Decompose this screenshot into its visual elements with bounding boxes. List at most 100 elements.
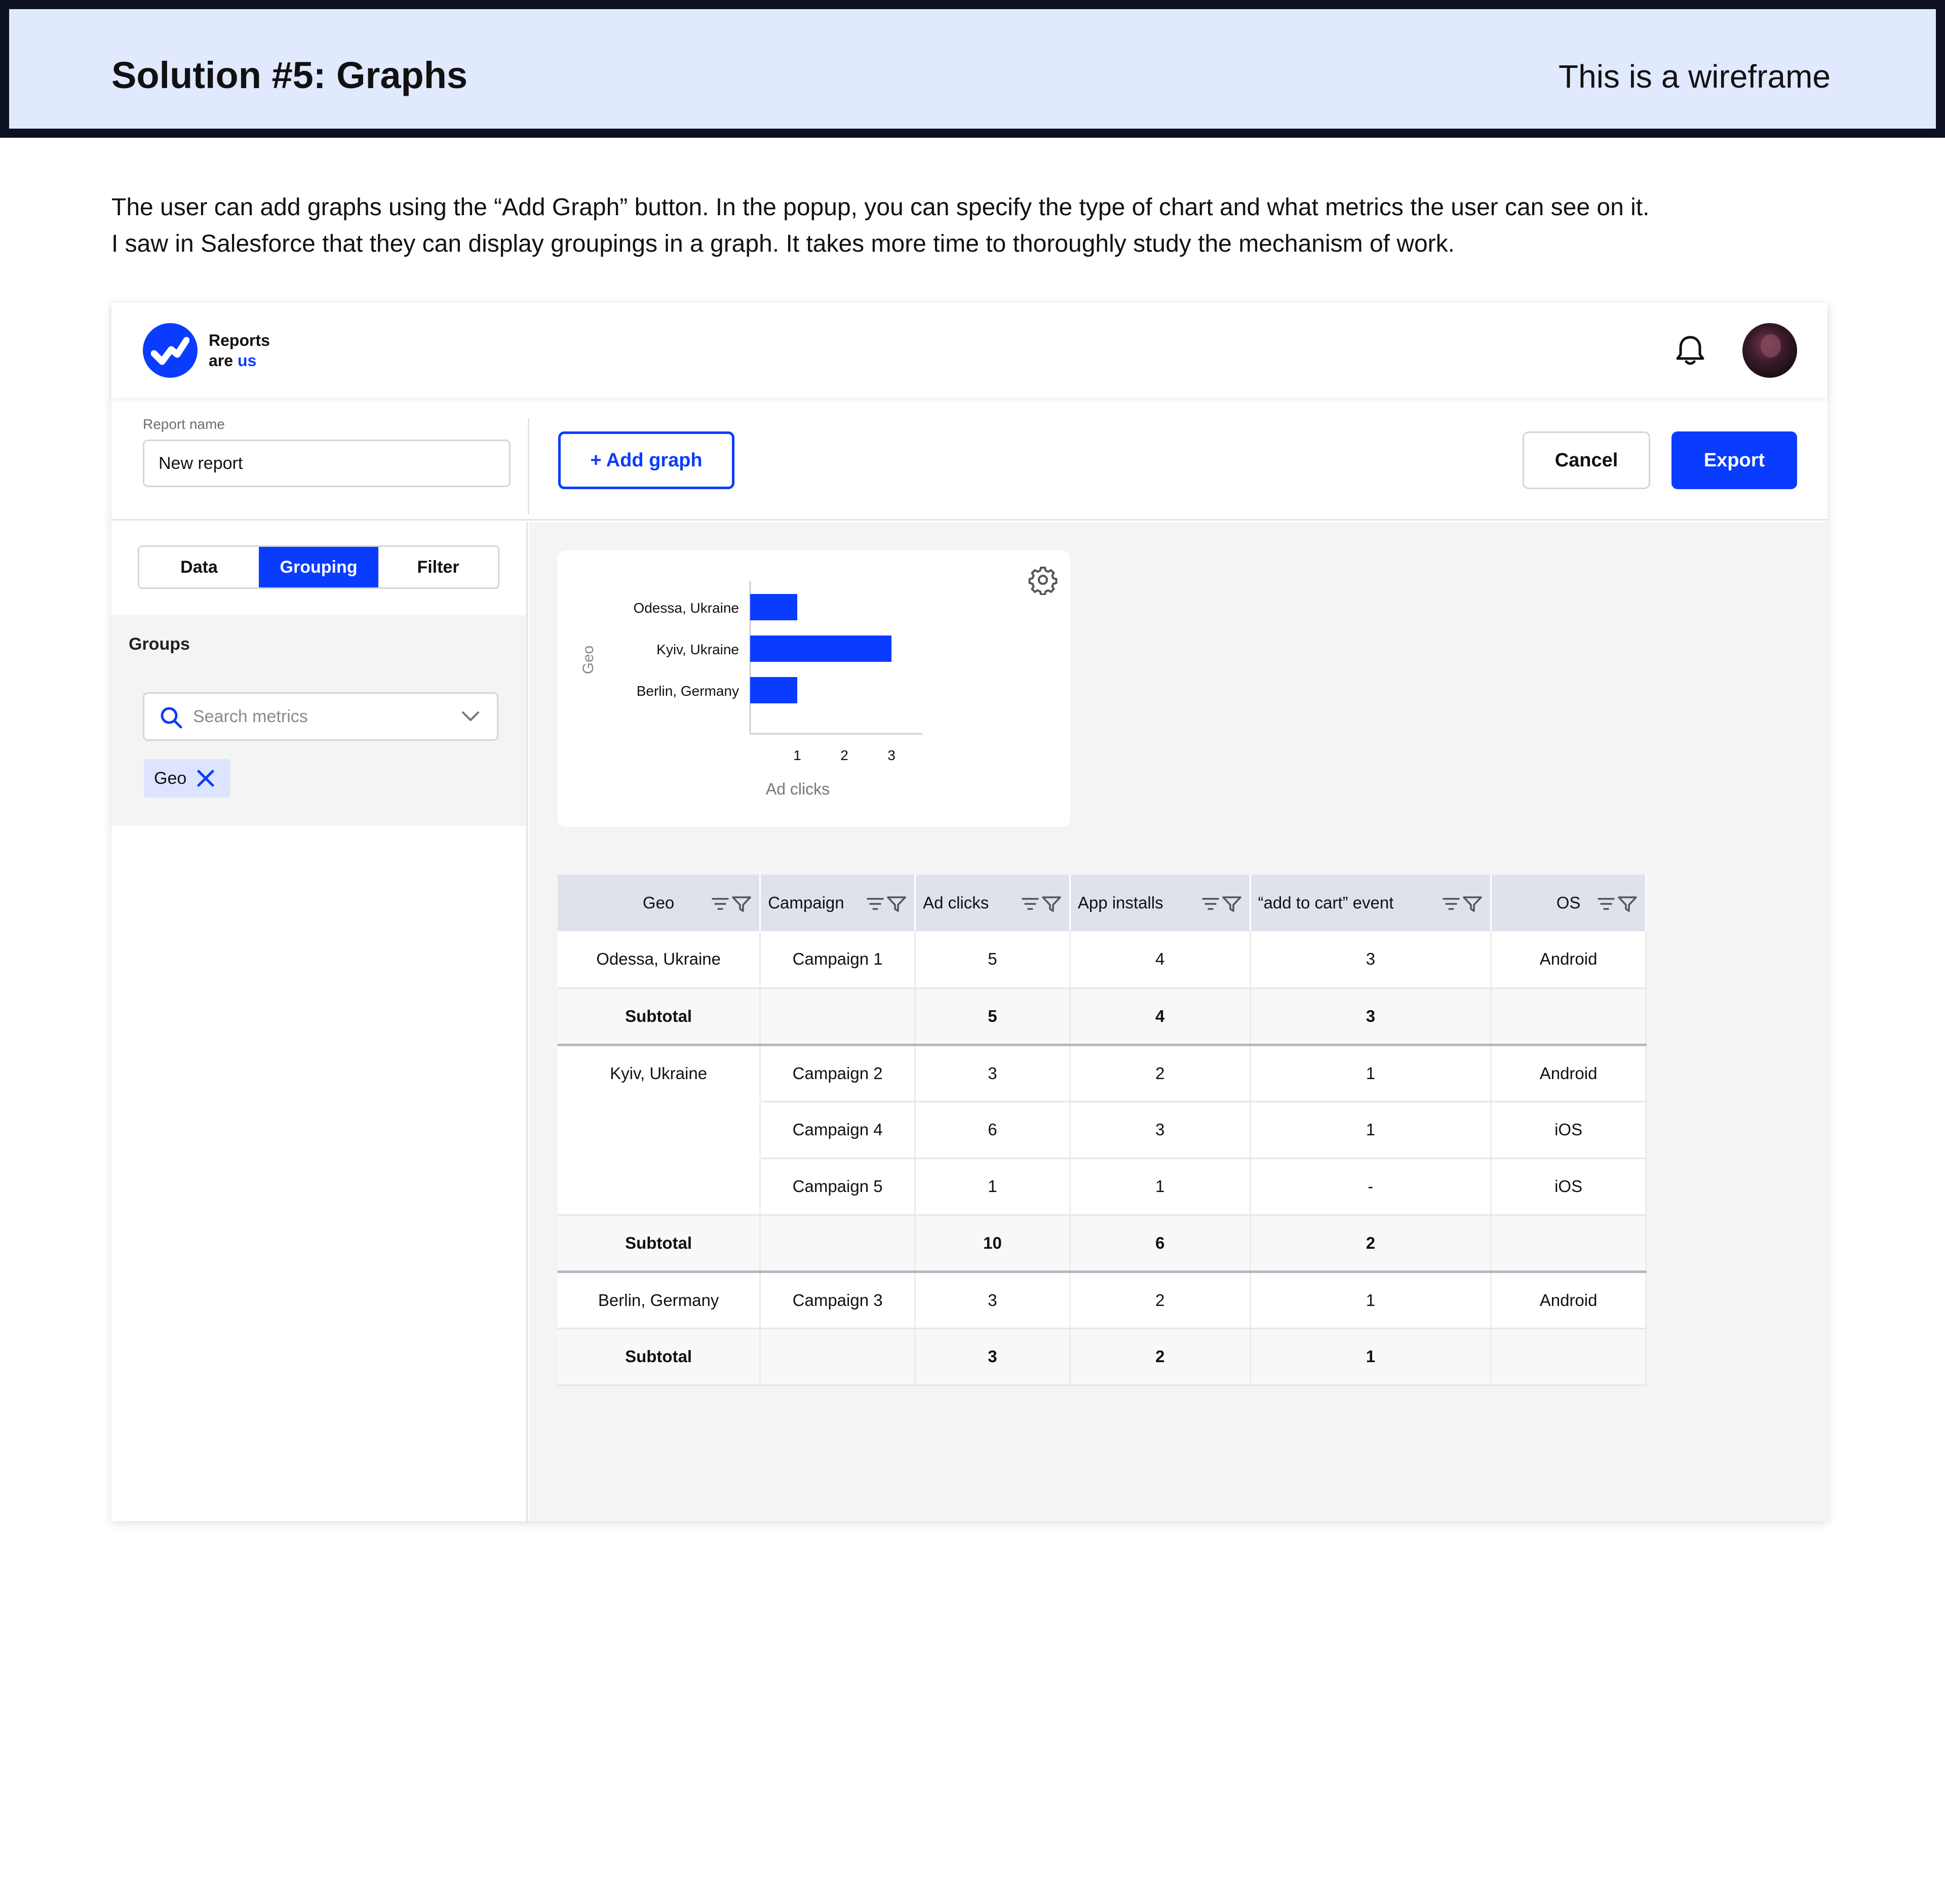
page-title: Solution #5: Graphs (111, 54, 468, 96)
export-button[interactable]: Export (1671, 431, 1797, 489)
table-cell: 10 (915, 1215, 1071, 1273)
table-cell: 2 (1070, 1045, 1251, 1102)
cancel-button[interactable]: Cancel (1523, 431, 1650, 489)
table-cell: Android (1491, 1272, 1647, 1329)
search-metrics-placeholder: Search metrics (193, 707, 308, 726)
tab-data[interactable]: Data (139, 547, 259, 587)
column-header[interactable]: App installs (1070, 875, 1251, 931)
report-toolbar: Report name New report + Add graph Cance… (111, 398, 1827, 521)
x-axis-label: Ad clicks (766, 780, 830, 798)
table-cell: 2 (1070, 1328, 1251, 1386)
description-line-2: I saw in Salesforce that they can displa… (111, 230, 1455, 257)
column-header-label: Geo (642, 893, 675, 912)
table-cell: iOS (1491, 1101, 1647, 1159)
tab-filter[interactable]: Filter (378, 547, 498, 587)
table-cell: 2 (1070, 1272, 1251, 1329)
report-canvas: Odessa, Ukraine Kyiv, Ukraine Berlin, Germ… (529, 522, 1827, 1521)
table-cell: Campaign 5 (760, 1158, 916, 1216)
table-row: Kyiv, Ukraine Campaign 2 3 2 1 Android (558, 1045, 1647, 1102)
table-cell: Kyiv, Ukraine (558, 1045, 761, 1102)
column-header[interactable]: Campaign (760, 875, 916, 931)
sort-filter-icon[interactable] (711, 895, 752, 913)
sort-filter-icon[interactable] (1597, 895, 1638, 913)
table-row: Berlin, Germany Campaign 3 3 2 1 Android (558, 1272, 1647, 1329)
y-tick-label: Odessa, Ukraine (633, 600, 739, 616)
table-cell (558, 1158, 761, 1216)
logo-line-2-us: us (237, 351, 257, 370)
table-cell: Android (1491, 931, 1647, 989)
table-cell: Campaign 1 (760, 931, 916, 989)
groups-title: Groups (129, 634, 190, 654)
table-row: Odessa, Ukraine Campaign 1 5 4 3 Android (558, 931, 1647, 989)
chevron-down-icon[interactable] (461, 711, 480, 725)
column-header[interactable]: OS (1491, 875, 1647, 931)
close-icon[interactable] (196, 768, 216, 791)
table-cell: - (1250, 1158, 1492, 1216)
bar-0 (750, 594, 797, 620)
avatar[interactable] (1742, 323, 1797, 378)
y-tick-label: Berlin, Germany (637, 683, 739, 699)
table-cell: Android (1491, 1045, 1647, 1102)
table-cell (1491, 1328, 1647, 1386)
column-header-label: OS (1556, 893, 1581, 912)
settings-tabs: Data Grouping Filter (138, 545, 499, 589)
table-cell: Campaign 3 (760, 1272, 916, 1329)
table-cell: 1 (1250, 1045, 1492, 1102)
table-cell: Subtotal (558, 1215, 761, 1273)
table-cell (558, 1101, 761, 1159)
x-tick-label: 1 (793, 747, 801, 763)
sort-filter-icon[interactable] (866, 895, 907, 913)
table-cell (760, 988, 916, 1046)
table-cell (1491, 1215, 1647, 1273)
header-banner: Solution #5: Graphs This is a wireframe (0, 0, 1945, 138)
subtotal-row: Subtotal 10 6 2 (558, 1215, 1647, 1273)
bar-2 (750, 677, 797, 703)
app-topbar: Reports are us (111, 303, 1827, 398)
subtotal-row: Subtotal 3 2 1 (558, 1328, 1647, 1386)
table-cell: 3 (915, 1272, 1071, 1329)
gear-icon[interactable] (1028, 565, 1058, 598)
table-cell: 3 (915, 1328, 1071, 1386)
table-cell: Campaign 4 (760, 1101, 916, 1159)
tab-grouping[interactable]: Grouping (259, 547, 378, 587)
toolbar-divider (528, 418, 529, 514)
search-icon (160, 706, 183, 732)
report-name-label: Report name (143, 416, 225, 432)
table-cell: 6 (915, 1101, 1071, 1159)
bar-chart: Odessa, Ukraine Kyiv, Ukraine Berlin, Germ… (580, 581, 922, 798)
logo-line-1: Reports (209, 331, 270, 349)
table-cell: 3 (1070, 1101, 1251, 1159)
bell-icon[interactable] (1675, 334, 1706, 369)
logo-text: Reports are us (209, 330, 270, 371)
logo-icon[interactable] (143, 323, 198, 378)
table-cell: 1 (1250, 1272, 1492, 1329)
report-name-input[interactable]: New report (143, 440, 511, 487)
table-cell: Subtotal (558, 988, 761, 1046)
sort-filter-icon[interactable] (1021, 895, 1062, 913)
column-header-label: Ad clicks (923, 893, 989, 912)
table-cell: 3 (1250, 931, 1492, 989)
table-cell: Subtotal (558, 1328, 761, 1386)
subtotal-row: Subtotal 5 4 3 (558, 988, 1647, 1046)
group-chip-geo: Geo (144, 759, 230, 798)
table-cell: 6 (1070, 1215, 1251, 1273)
add-graph-button[interactable]: + Add graph (558, 431, 734, 489)
settings-sidebar: Data Grouping Filter Groups Search metri… (111, 522, 528, 1521)
table-cell (760, 1215, 916, 1273)
table-row: Campaign 4 6 3 1 iOS (558, 1101, 1647, 1159)
sort-filter-icon[interactable] (1201, 895, 1242, 913)
table-cell: 3 (1250, 988, 1492, 1046)
column-header[interactable]: “add to cart” event (1250, 875, 1492, 931)
table-cell: Berlin, Germany (558, 1272, 761, 1329)
column-header[interactable]: Geo (558, 875, 761, 931)
bar-1 (750, 636, 891, 662)
y-axis-label: Geo (580, 646, 597, 675)
column-header[interactable]: Ad clicks (915, 875, 1071, 931)
logo-line-2: are us (209, 350, 270, 371)
table-cell: 5 (915, 931, 1071, 989)
search-metrics-dropdown[interactable]: Search metrics (143, 692, 498, 741)
sort-filter-icon[interactable] (1442, 895, 1483, 913)
graph-card: Odessa, Ukraine Kyiv, Ukraine Berlin, Germ… (558, 550, 1070, 827)
table-cell: 1 (1070, 1158, 1251, 1216)
description: The user can add graphs using the “Add G… (111, 189, 1844, 262)
